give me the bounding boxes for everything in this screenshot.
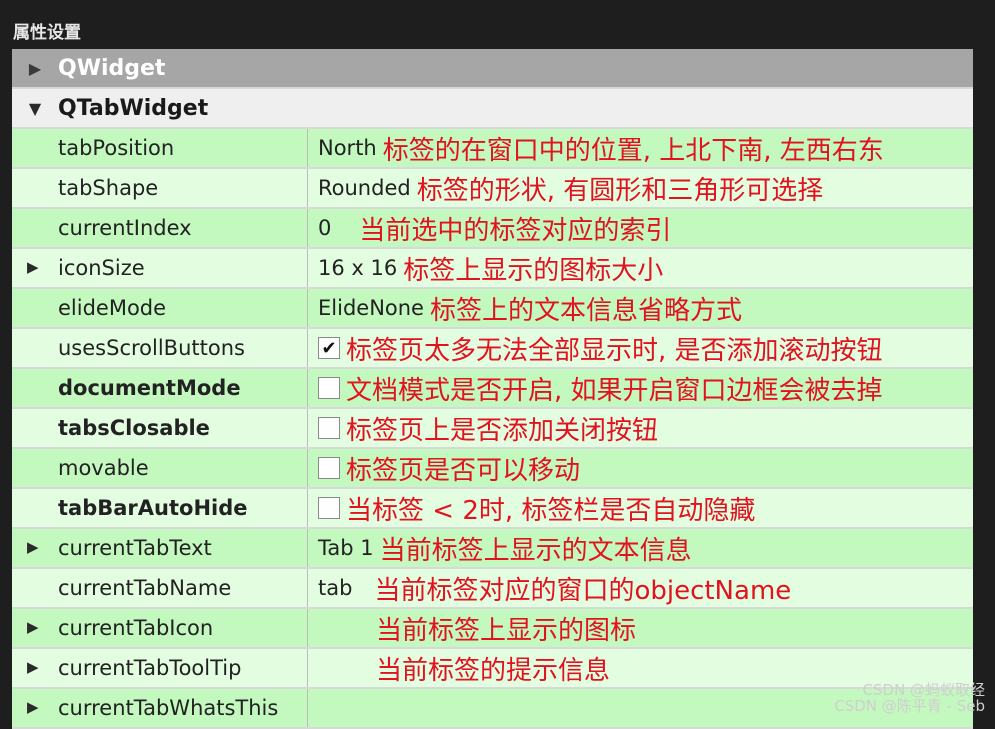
property-value-cell[interactable]: 16 x 16 标签上显示的图标大小 [308,249,973,287]
annotation-note: 文档模式是否开启, 如果开启窗口边框会被去掉 [346,375,883,406]
property-name-cell: ▶ currentTabWhatsThis [12,689,308,727]
property-value-cell[interactable]: ElideNone 标签上的文本信息省略方式 [308,289,973,327]
property-name-cell: ▶ currentTabToolTip [12,649,308,687]
panel-title: 属性设置 [13,23,81,43]
property-value-cell[interactable]: Rounded 标签的形状, 有圆形和三角形可选择 [308,169,973,207]
triangle-right-icon[interactable]: ▶ [27,538,39,556]
property-value[interactable]: 16 x 16 [318,256,397,280]
property-row[interactable]: ▶ currentTabWhatsThis [12,689,973,727]
property-value-cell[interactable]: 0 当前选中的标签对应的索引 [308,209,973,247]
annotation-note: 标签页上是否添加关闭按钮 [346,415,659,446]
property-value-cell[interactable]: 当标签 < 2时, 标签栏是否自动隐藏 [308,489,973,527]
property-name: currentTabWhatsThis [58,696,279,720]
property-name: elideMode [12,289,308,327]
property-value[interactable]: 0 [318,216,331,240]
property-value-cell[interactable]: tab 当前标签对应的窗口的objectName [308,569,973,607]
checkbox[interactable] [318,377,340,399]
property-row[interactable]: ▶ iconSize 16 x 16 标签上显示的图标大小 [12,249,973,287]
property-value[interactable]: Tab 1 [318,536,374,560]
property-grid: ▶ QWidget ▼ QTabWidget tabPosition North… [12,49,973,729]
property-name: currentTabToolTip [58,656,242,680]
property-value-cell[interactable]: 标签页是否可以移动 [308,449,973,487]
property-name: currentIndex [12,209,308,247]
property-row[interactable]: ▶ currentTabText Tab 1 当前标签上显示的文本信息 [12,529,973,567]
property-name-cell: ▶ iconSize [12,249,308,287]
property-row[interactable]: ▶ currentTabToolTip 当前标签的提示信息 [12,649,973,687]
property-row[interactable]: tabShape Rounded 标签的形状, 有圆形和三角形可选择 [12,169,973,207]
property-row[interactable]: movable 标签页是否可以移动 [12,449,973,487]
property-value-cell[interactable]: ✔ 标签页太多无法全部显示时, 是否添加滚动按钮 [308,329,973,367]
group-label: QTabWidget [58,95,209,121]
checkbox-checked[interactable]: ✔ [318,337,340,359]
annotation-note: 当前标签上显示的图标 [376,615,637,646]
property-row[interactable]: tabPosition North 标签的在窗口中的位置, 上北下南, 左西右东 [12,129,973,167]
annotation-note: 当前选中的标签对应的索引 [359,215,672,246]
triangle-down-icon[interactable]: ▼ [12,99,58,118]
group-qtabwidget[interactable]: ▼ QTabWidget [12,89,973,127]
property-name-cell: ▶ currentTabIcon [12,609,308,647]
property-name: tabPosition [12,129,308,167]
property-row[interactable]: usesScrollButtons ✔ 标签页太多无法全部显示时, 是否添加滚动… [12,329,973,367]
property-value[interactable]: North [318,136,377,160]
annotation-note: 标签的在窗口中的位置, 上北下南, 左西右东 [382,135,884,166]
annotation-note: 当前标签的提示信息 [376,655,611,686]
triangle-right-icon[interactable]: ▶ [12,59,58,78]
property-row[interactable]: currentTabName tab 当前标签对应的窗口的objectName [12,569,973,607]
watermark-line: CSDN @蚂蚁取经 [862,681,985,699]
triangle-right-icon[interactable]: ▶ [27,258,39,276]
property-row[interactable]: ▶ currentTabIcon 当前标签上显示的图标 [12,609,973,647]
annotation-note: 当前标签上显示的文本信息 [379,535,692,566]
checkbox[interactable] [318,497,340,519]
annotation-note: 当标签 < 2时, 标签栏是否自动隐藏 [346,495,756,526]
property-name-cell: ▶ currentTabText [12,529,308,567]
annotation-note: 标签页是否可以移动 [346,455,581,486]
property-name: usesScrollButtons [12,329,308,367]
property-value-cell[interactable]: 标签页上是否添加关闭按钮 [308,409,973,447]
property-row[interactable]: elideMode ElideNone 标签上的文本信息省略方式 [12,289,973,327]
property-row[interactable]: documentMode 文档模式是否开启, 如果开启窗口边框会被去掉 [12,369,973,407]
watermark-line: CSDN @陈平青 - Seb [834,697,985,715]
annotation-note: 标签上的文本信息省略方式 [429,295,742,326]
annotation-note: 标签页太多无法全部显示时, 是否添加滚动按钮 [346,335,883,366]
property-name: movable [12,449,308,487]
property-name: currentTabIcon [58,616,214,640]
property-name: tabBarAutoHide [12,489,308,527]
checkbox[interactable] [318,457,340,479]
property-name: tabsClosable [12,409,308,447]
checkbox[interactable] [318,417,340,439]
group-label: QWidget [58,55,166,81]
property-value[interactable]: tab [318,576,352,600]
property-value-cell[interactable]: North 标签的在窗口中的位置, 上北下南, 左西右东 [308,129,973,167]
property-value-cell[interactable]: Tab 1 当前标签上显示的文本信息 [308,529,973,567]
watermark: CSDN @蚂蚁取经 CSDN @陈平青 - Seb [834,682,985,714]
triangle-right-icon[interactable]: ▶ [27,698,39,716]
property-name: currentTabName [12,569,308,607]
property-name: documentMode [12,369,308,407]
property-row[interactable]: tabBarAutoHide 当标签 < 2时, 标签栏是否自动隐藏 [12,489,973,527]
annotation-note: 标签上显示的图标大小 [403,255,664,286]
property-name: currentTabText [58,536,212,560]
annotation-note: 标签的形状, 有圆形和三角形可选择 [416,175,824,206]
property-value[interactable]: ElideNone [318,296,424,320]
property-name: iconSize [58,256,145,280]
property-value-cell[interactable]: 当前标签上显示的图标 [308,609,973,647]
group-qwidget[interactable]: ▶ QWidget [12,49,973,87]
property-row[interactable]: tabsClosable 标签页上是否添加关闭按钮 [12,409,973,447]
property-value[interactable]: Rounded [318,176,411,200]
property-row[interactable]: currentIndex 0 当前选中的标签对应的索引 [12,209,973,247]
property-value-cell[interactable]: 文档模式是否开启, 如果开启窗口边框会被去掉 [308,369,973,407]
triangle-right-icon[interactable]: ▶ [27,618,39,636]
checkmark-icon: ✔ [321,337,337,359]
triangle-right-icon[interactable]: ▶ [27,658,39,676]
property-name: tabShape [12,169,308,207]
annotation-note: 当前标签对应的窗口的objectName [374,575,792,606]
